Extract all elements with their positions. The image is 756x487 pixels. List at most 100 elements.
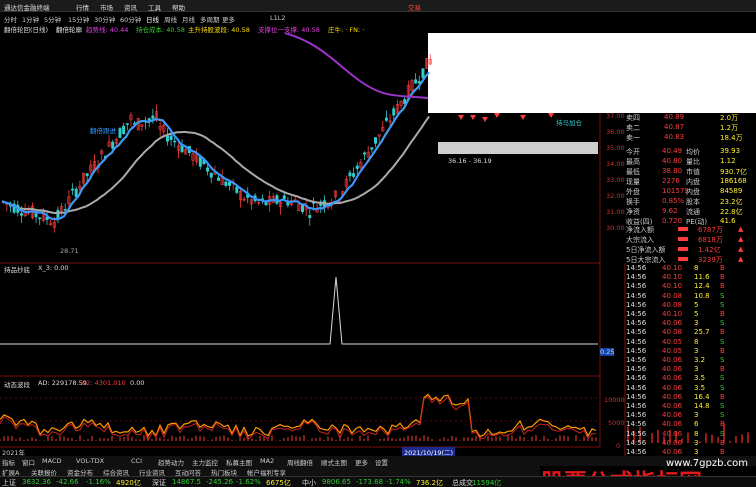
candle-body (370, 147, 374, 150)
tick-price: 40.10 (662, 310, 683, 318)
index-value: 3632.36 (22, 478, 51, 486)
menu-market[interactable]: 市场 (100, 2, 113, 12)
tick-side: S (720, 383, 725, 392)
tick-time: 14:56 (626, 420, 647, 429)
ask-row: 卖四 40.89 2.0万 (598, 112, 756, 122)
tick-side: B (720, 264, 725, 272)
tick-price: 40.06 (662, 420, 683, 429)
arrow-up-icon: ▲ (738, 255, 744, 263)
sub1-signal-line (0, 276, 598, 345)
trade-button[interactable]: 交易 (408, 2, 421, 12)
sub1-title[interactable]: 持品抄底 (4, 264, 30, 274)
index-percent: -1.74% (386, 478, 411, 486)
indicator-tab[interactable]: MACD (42, 457, 61, 465)
candle-body (384, 117, 388, 121)
tick-side: S (720, 319, 725, 328)
quote-stat-row: 换手 0.85% 股本 23.2亿 (598, 196, 756, 206)
tick-price: 40.06 (662, 392, 683, 401)
index-value: 11594亿 (472, 479, 502, 487)
index-amount: 6675亿 (266, 479, 291, 487)
tick-time: 14:56 (626, 356, 647, 364)
tick-side: B (720, 273, 725, 282)
candle-body (151, 115, 155, 119)
index-percent: -1.62% (236, 478, 261, 486)
menu-quotes[interactable]: 行情 (76, 2, 89, 12)
candle-body (173, 140, 177, 143)
candle-body (165, 135, 169, 142)
tick-time: 14:56 (626, 300, 647, 309)
quote-stat-row: 最高 40.80 量比 1.12 (598, 156, 756, 166)
index-change: -245.26 (206, 478, 234, 486)
blank-region (428, 33, 756, 113)
tick-volume: 25.7 (694, 328, 710, 337)
flow-bar (678, 227, 688, 231)
quote-stat-row: 现量 2276 内盘 186168 (598, 176, 756, 186)
tick-side: S (720, 300, 725, 309)
buy-signal-label: 持马加仓 (556, 119, 582, 127)
ma-trend-line (1, 71, 430, 221)
arrow-up-icon: ▲ (738, 235, 744, 243)
ma-trend-segment (66, 118, 168, 212)
tick-volume: 5 (694, 310, 699, 318)
candle-body (169, 135, 173, 140)
menu-news[interactable]: 资讯 (124, 2, 137, 12)
candle-body (122, 125, 126, 135)
stat-value: 38.80 (662, 167, 683, 175)
index-amount: 736.2亿 (416, 479, 444, 487)
tick-side: S (720, 356, 725, 364)
tick-price: 40.06 (662, 365, 683, 374)
tick-price: 40.06 (662, 383, 683, 392)
tick-price: 40.06 (662, 429, 683, 438)
tick-volume: 8 (694, 337, 699, 346)
indicator-tab[interactable]: CCI (131, 457, 142, 465)
tick-price: 40.08 (662, 291, 683, 300)
watermark-url: www.7gpzb.com (666, 458, 748, 469)
tick-time: 14:56 (626, 438, 647, 447)
sub2-k2: K2: 4301.010 (82, 379, 126, 387)
candle-body (352, 173, 356, 177)
indicator-tab[interactable]: VOL-TDX (76, 457, 104, 465)
sell-arrow-icon (548, 113, 554, 118)
tick-time: 14:56 (626, 402, 647, 410)
stat-value: 1.12 (720, 157, 736, 165)
sub2-title[interactable]: 动态波段 (4, 379, 30, 389)
indicator-tab[interactable]: MA2 (260, 457, 274, 465)
menu-tools[interactable]: 工具 (148, 2, 161, 12)
quote-stat-row: 今开 40.49 均价 39.93 (598, 146, 756, 156)
tick-price: 40.06 (662, 319, 683, 328)
sell-arrow-icon (482, 117, 488, 122)
ask-price: 40.89 (664, 113, 685, 121)
candle-body (19, 213, 23, 216)
tick-time: 14:56 (626, 411, 647, 420)
fund-flow-row: 大宗流入 6818万 ▲ (598, 234, 756, 244)
sub1-value: X_3: 0.00 (38, 264, 69, 272)
menu-help[interactable]: 帮助 (172, 2, 185, 12)
tick-price: 40.06 (662, 402, 683, 410)
index-name: 总成交 (452, 479, 473, 487)
tick-time: 14:56 (626, 337, 647, 346)
sub2-k2-line (0, 395, 596, 442)
fund-flow-row: 净流入额 6787万 ▲ (598, 224, 756, 234)
tick-volume: 16.4 (694, 392, 710, 401)
stat-value: 39.93 (720, 147, 741, 155)
info-tabs: 扩展A 关联报价 资金分布 综合资讯 行业资讯 互动问答 热门板块 帐户福利专享 (0, 466, 540, 477)
stat-value: 84589 (720, 187, 743, 195)
tick-time: 14:56 (626, 429, 647, 438)
stat-value: 2276 (662, 177, 680, 185)
tick-side: S (720, 411, 725, 420)
candle-body (209, 172, 213, 178)
candle-body (38, 217, 42, 220)
tick-time: 14:56 (626, 328, 647, 337)
ask-price: 40.87 (664, 123, 685, 131)
tick-time: 14:56 (626, 448, 647, 456)
sub2-ad: AD: 229178.59 (38, 379, 87, 387)
tick-time: 14:56 (626, 310, 647, 318)
candle-body (414, 79, 418, 84)
tick-side: S (720, 374, 725, 383)
sell-arrow-icon (520, 115, 526, 120)
candle-body (421, 68, 425, 79)
tick-volume: 3 (694, 365, 699, 374)
tick-side: B (720, 282, 725, 291)
candle-body (111, 141, 115, 149)
price-band-box (438, 142, 598, 154)
